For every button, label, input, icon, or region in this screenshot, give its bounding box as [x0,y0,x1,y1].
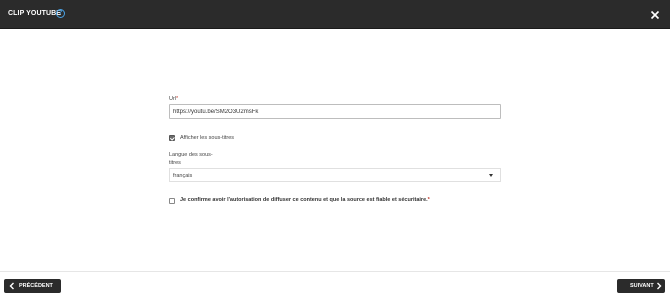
subtitle-language-label: Langue des sous- titres [169,152,213,167]
subtitle-language-value: français [173,173,193,179]
previous-button[interactable]: PRÉCÉDENT [4,279,61,293]
caret-down-icon [489,174,493,177]
subtitle-language-label-line2: titres [169,159,181,166]
previous-button-label: PRÉCÉDENT [19,283,53,289]
confirm-required-mark: * [427,197,430,203]
next-button-label: SUIVANT [630,283,654,289]
url-label: Url* [169,96,178,102]
show-subtitles-label: Afficher les sous-titres [180,135,235,141]
confirm-checkbox[interactable] [169,198,175,204]
confirm-label-text: Je confirme avoir l'autorisation de diff… [180,197,428,203]
chevron-left-icon [9,282,14,290]
subtitle-language-label-line1: Langue des sous- [169,152,213,158]
show-subtitles-checkbox[interactable] [169,135,175,141]
url-input[interactable] [169,104,501,119]
confirm-label: Je confirme avoir l'autorisation de diff… [180,197,430,203]
required-mark: * [176,96,179,102]
subtitle-language-select[interactable]: français [169,168,501,182]
url-label-text: Url [169,96,177,102]
chevron-right-icon [657,282,662,290]
modal-header: CLIP YOUTUBE ? [0,0,670,29]
modal-title: CLIP YOUTUBE [8,10,62,17]
help-icon[interactable]: ? [56,9,65,18]
close-icon[interactable] [650,8,660,20]
next-button[interactable]: SUIVANT [617,279,665,293]
footer-divider [0,271,670,272]
